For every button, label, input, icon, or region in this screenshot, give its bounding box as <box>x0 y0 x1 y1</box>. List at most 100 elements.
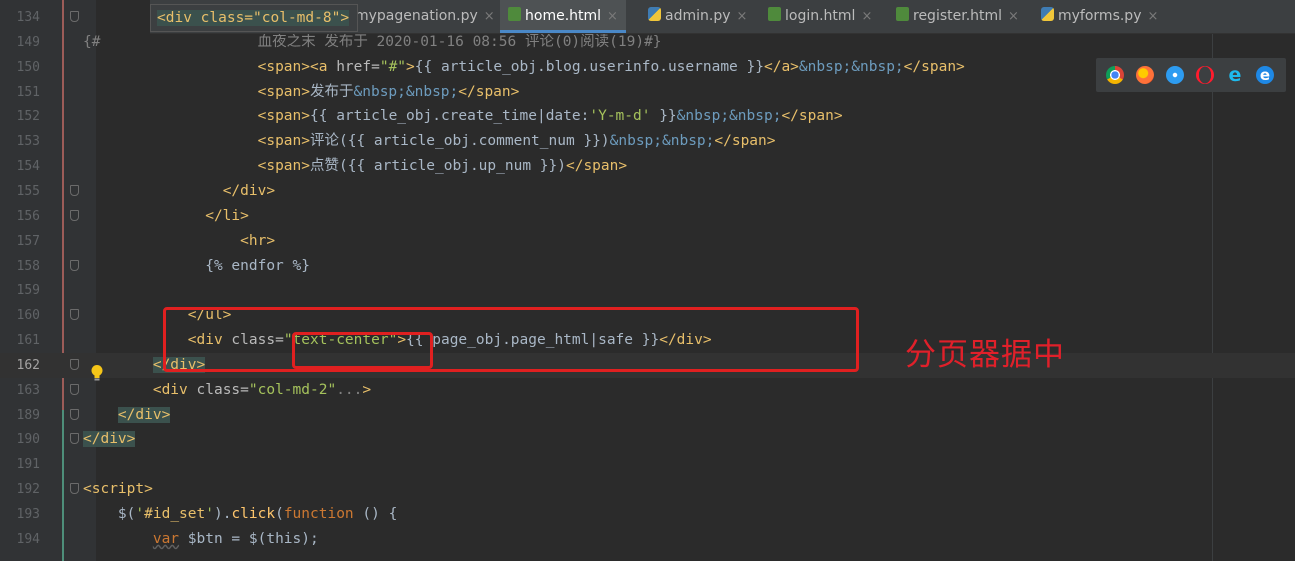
code-line[interactable]: 191 <box>0 452 1295 477</box>
tab-label: register.html <box>913 8 1003 24</box>
safari-icon[interactable] <box>1166 66 1184 84</box>
code-token: () { <box>353 506 398 522</box>
code-line[interactable]: 158 {% endfor %} <box>0 254 1295 279</box>
line-number[interactable]: 157 <box>0 229 40 254</box>
fold-marker-icon[interactable] <box>70 483 79 495</box>
code-line[interactable]: 193 $('#id_set').click(function () { <box>0 502 1295 527</box>
code-token: <span> <box>257 133 310 150</box>
code-line[interactable]: 152 <span>{{ article_obj.create_time|dat… <box>0 104 1295 129</box>
tab-admin-py[interactable]: admin.py × <box>640 0 755 33</box>
ie-icon[interactable]: e <box>1226 66 1244 85</box>
code-token: &nbsp;&nbsp; <box>353 83 459 100</box>
close-icon[interactable]: × <box>1008 9 1019 24</box>
code-line[interactable]: 155 </div> <box>0 179 1295 204</box>
line-number[interactable]: 158 <box>0 254 40 279</box>
line-number[interactable]: 150 <box>0 55 40 80</box>
code-text: <span>{{ article_obj.create_time|date:'Y… <box>83 104 843 129</box>
fold-marker-icon[interactable] <box>70 408 79 420</box>
opera-icon[interactable] <box>1196 66 1214 84</box>
fold-marker-icon[interactable] <box>70 11 79 22</box>
line-number[interactable]: 155 <box>0 179 40 204</box>
code-token: "#" <box>379 58 407 75</box>
fold-marker-icon[interactable] <box>70 309 79 321</box>
code-token: 点赞({{ article_obj.up_num }}) <box>310 158 566 175</box>
line-number[interactable]: 152 <box>0 104 40 129</box>
fold-marker-icon[interactable] <box>70 383 79 395</box>
fold-marker-icon[interactable] <box>70 209 79 221</box>
code-token: {{ article_obj.blog.userinfo.username }} <box>414 58 764 75</box>
code-token: > <box>406 58 415 75</box>
code-line[interactable]: 190 </div> <box>0 427 1295 452</box>
fold-marker-icon[interactable] <box>70 259 79 271</box>
line-number[interactable]: 151 <box>0 80 40 105</box>
code-token: {{ article_obj.create_time|date: <box>310 108 590 125</box>
tab-home-html[interactable]: home.html × <box>500 0 626 33</box>
line-number[interactable]: 194 <box>0 527 40 552</box>
tab-login-html[interactable]: login.html × <box>760 0 880 33</box>
code-token: $btn = $(this); <box>179 530 319 547</box>
line-number[interactable]: 154 <box>0 154 40 179</box>
code-token: ' <box>205 506 214 522</box>
chrome-icon[interactable] <box>1106 66 1124 84</box>
line-number[interactable]: 134 <box>0 5 40 30</box>
code-token: function <box>283 506 354 522</box>
tab-register-html[interactable]: register.html × <box>888 0 1027 33</box>
code-line[interactable]: 157 <hr> <box>0 229 1295 254</box>
code-token: <span> <box>257 158 310 175</box>
lightbulb-icon[interactable] <box>90 364 104 382</box>
line-number[interactable]: 162 <box>0 353 40 378</box>
code-line[interactable]: 156 </li> <box>0 204 1295 229</box>
line-number[interactable]: 190 <box>0 427 40 452</box>
annotation-box-pagination <box>163 307 859 372</box>
code-line[interactable]: 189 </div> <box>0 403 1295 428</box>
fold-marker-icon[interactable] <box>70 358 79 370</box>
line-number[interactable]: 163 <box>0 378 40 403</box>
line-number[interactable]: 153 <box>0 129 40 154</box>
close-icon[interactable]: × <box>484 9 495 24</box>
tab-myforms-py[interactable]: myforms.py × <box>1033 0 1166 33</box>
line-number[interactable]: 192 <box>0 477 40 502</box>
fold-marker-icon[interactable] <box>70 184 79 196</box>
breadcrumb-popup[interactable]: <div class="col-md-8"> <box>150 4 359 32</box>
edge-icon[interactable]: e <box>1256 66 1274 84</box>
close-icon[interactable]: × <box>607 9 618 24</box>
line-number[interactable]: 149 <box>0 30 40 55</box>
code-token: <span><a <box>257 58 337 75</box>
line-number[interactable]: 156 <box>0 204 40 229</box>
line-number[interactable]: 191 <box>0 452 40 477</box>
code-token: {# 血夜之末 发布于 2020-01-16 08:56 评论(0)阅读(19)… <box>83 33 662 50</box>
code-token: #id_set <box>144 506 206 522</box>
line-number[interactable]: 161 <box>0 328 40 353</box>
code-line[interactable]: 163 <div class="col-md-2"...> <box>0 378 1295 403</box>
tab-label: home.html <box>525 8 602 24</box>
browser-preview-bar: e e <box>1096 58 1286 92</box>
code-line[interactable]: 154 <span>点赞({{ article_obj.up_num }})</… <box>0 154 1295 179</box>
code-token: ). <box>213 506 232 522</box>
code-text: <span>评论({{ article_obj.comment_num }})&… <box>83 129 776 154</box>
firefox-icon[interactable] <box>1136 66 1154 84</box>
line-number[interactable]: 189 <box>0 403 40 428</box>
code-token: </div> <box>83 431 136 448</box>
breadcrumb-text: <div class="col-md-8"> <box>157 10 350 26</box>
fold-marker-icon[interactable] <box>70 433 79 445</box>
close-icon[interactable]: × <box>737 9 748 24</box>
code-line[interactable]: 159 <box>0 278 1295 303</box>
code-token: <div <box>152 381 197 398</box>
line-number[interactable]: 160 <box>0 303 40 328</box>
tab-label: admin.py <box>665 8 731 24</box>
html-file-icon <box>896 7 909 21</box>
code-line[interactable]: 194 var $btn = $(this); <box>0 527 1295 552</box>
line-number[interactable]: 159 <box>0 278 40 303</box>
code-text: <script> <box>83 477 153 502</box>
tab-label: myforms.py <box>1058 8 1142 24</box>
close-icon[interactable]: × <box>861 9 872 24</box>
code-line[interactable]: 153 <span>评论({{ article_obj.comment_num … <box>0 129 1295 154</box>
line-number[interactable]: 193 <box>0 502 40 527</box>
python-file-icon <box>648 7 661 21</box>
code-text: <hr> <box>83 229 275 254</box>
code-line[interactable]: 192 <script> <box>0 477 1295 502</box>
close-icon[interactable]: × <box>1147 9 1158 24</box>
